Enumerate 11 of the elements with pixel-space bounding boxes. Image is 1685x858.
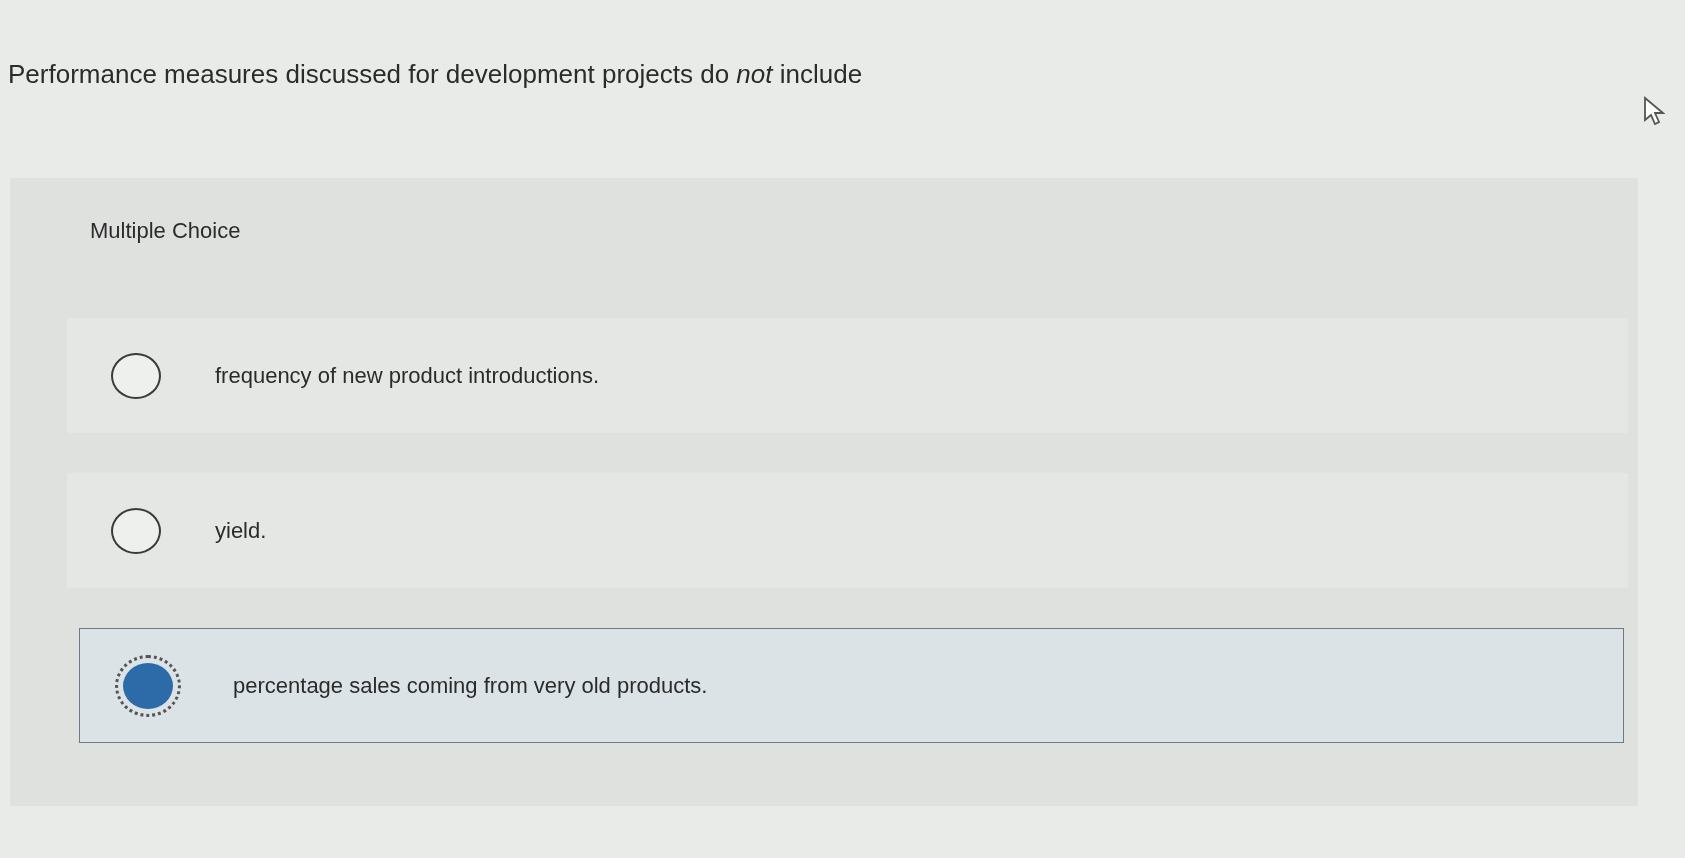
option-text: yield. bbox=[215, 517, 267, 544]
radio-button[interactable] bbox=[111, 352, 161, 399]
question-type-label: Multiple Choice bbox=[90, 218, 242, 245]
mouse-pointer-icon bbox=[1643, 96, 1665, 126]
answer-option[interactable]: frequency of new product introductions. bbox=[67, 318, 1628, 433]
question-text: Performance measures discussed for development projects do not include bbox=[8, 58, 863, 90]
option-text: frequency of new product introductions. bbox=[215, 362, 599, 389]
answer-option[interactable]: percentage sales coming from very old products. bbox=[79, 628, 1624, 743]
option-text: percentage sales coming from very old products. bbox=[233, 672, 708, 699]
radio-button[interactable] bbox=[111, 507, 161, 554]
answer-option[interactable]: yield. bbox=[67, 473, 1628, 588]
